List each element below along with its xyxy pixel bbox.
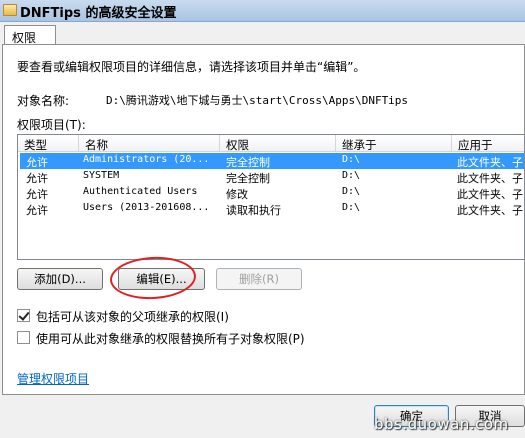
row-name: SYSTEM (83, 170, 120, 181)
list-row[interactable]: 允许 Authenticated Users 修改 D:\ 此文件夹、子 (20, 185, 524, 201)
object-name-label: 对象名称: (17, 94, 70, 108)
instruction-text: 要查看或编辑权限项目的详细信息，请选择该项目并单击“编辑”。 (17, 60, 366, 74)
row-type: 允许 (26, 204, 48, 217)
column-header-permission[interactable]: 权限 (220, 135, 336, 152)
row-permission: 完全控制 (226, 156, 270, 169)
checkbox-label: 包括可从该对象的父项继承的权限(I) (36, 310, 229, 324)
title-bar: DNFTips 的高级安全设置 (0, 0, 525, 22)
manage-permission-entries-link[interactable]: 管理权限项目 (17, 370, 89, 387)
permission-entries-list[interactable]: 类型 名称 权限 继承于 应用于 允许 Administrators (20..… (17, 134, 525, 260)
permission-entries-label: 权限项目(T): (17, 118, 86, 132)
checkbox-box[interactable] (17, 331, 30, 344)
row-inherited-from: D:\ (342, 202, 361, 213)
row-applies-to: 此文件夹、子 (457, 204, 523, 217)
object-name-value: D:\腾讯游戏\地下城与勇士\start\Cross\Apps\DNFTips (106, 94, 409, 107)
row-applies-to: 此文件夹、子 (457, 172, 523, 185)
row-type: 允许 (26, 156, 48, 169)
row-name: Authenticated Users (83, 186, 198, 197)
row-inherited-from: D:\ (342, 170, 361, 181)
column-header-applies-to[interactable]: 应用于 (452, 135, 524, 152)
row-inherited-from: D:\ (342, 154, 361, 165)
row-name: Administrators (20... (83, 154, 210, 165)
list-row[interactable]: 允许 Administrators (20... 完全控制 D:\ 此文件夹、子 (20, 153, 524, 169)
tab-permissions[interactable]: 权限 (4, 25, 56, 46)
column-header-type[interactable]: 类型 (18, 135, 79, 152)
tab-strip: 权限 (0, 23, 525, 46)
folder-icon (3, 4, 17, 16)
edit-button[interactable]: 编辑(E)... (118, 268, 205, 290)
add-button[interactable]: 添加(D)... (17, 268, 103, 290)
list-row[interactable]: 允许 SYSTEM 完全控制 D:\ 此文件夹、子 (20, 169, 524, 185)
list-header: 类型 名称 权限 继承于 应用于 (18, 135, 524, 152)
column-header-name[interactable]: 名称 (79, 135, 220, 152)
row-applies-to: 此文件夹、子 (457, 156, 523, 169)
row-type: 允许 (26, 188, 48, 201)
row-name: Users (2013-201608... (83, 202, 210, 213)
row-permission: 完全控制 (226, 172, 270, 185)
list-row[interactable]: 允许 Users (2013-201608... 读取和执行 D:\ 此文件夹、… (20, 201, 524, 217)
watermark-text: bbs.duowan.com (374, 415, 509, 433)
checkbox-box[interactable] (17, 309, 30, 322)
row-type: 允许 (26, 172, 48, 185)
column-header-inherited-from[interactable]: 继承于 (336, 135, 452, 152)
remove-button[interactable]: 删除(R) (216, 268, 302, 290)
row-permission: 修改 (226, 188, 248, 201)
row-permission: 读取和执行 (226, 204, 281, 217)
row-applies-to: 此文件夹、子 (457, 188, 523, 201)
checkbox-label: 使用可从此对象继承的权限替换所有子对象权限(P) (36, 332, 305, 346)
row-inherited-from: D:\ (342, 186, 361, 197)
window-title: DNFTips 的高级安全设置 (20, 6, 177, 21)
